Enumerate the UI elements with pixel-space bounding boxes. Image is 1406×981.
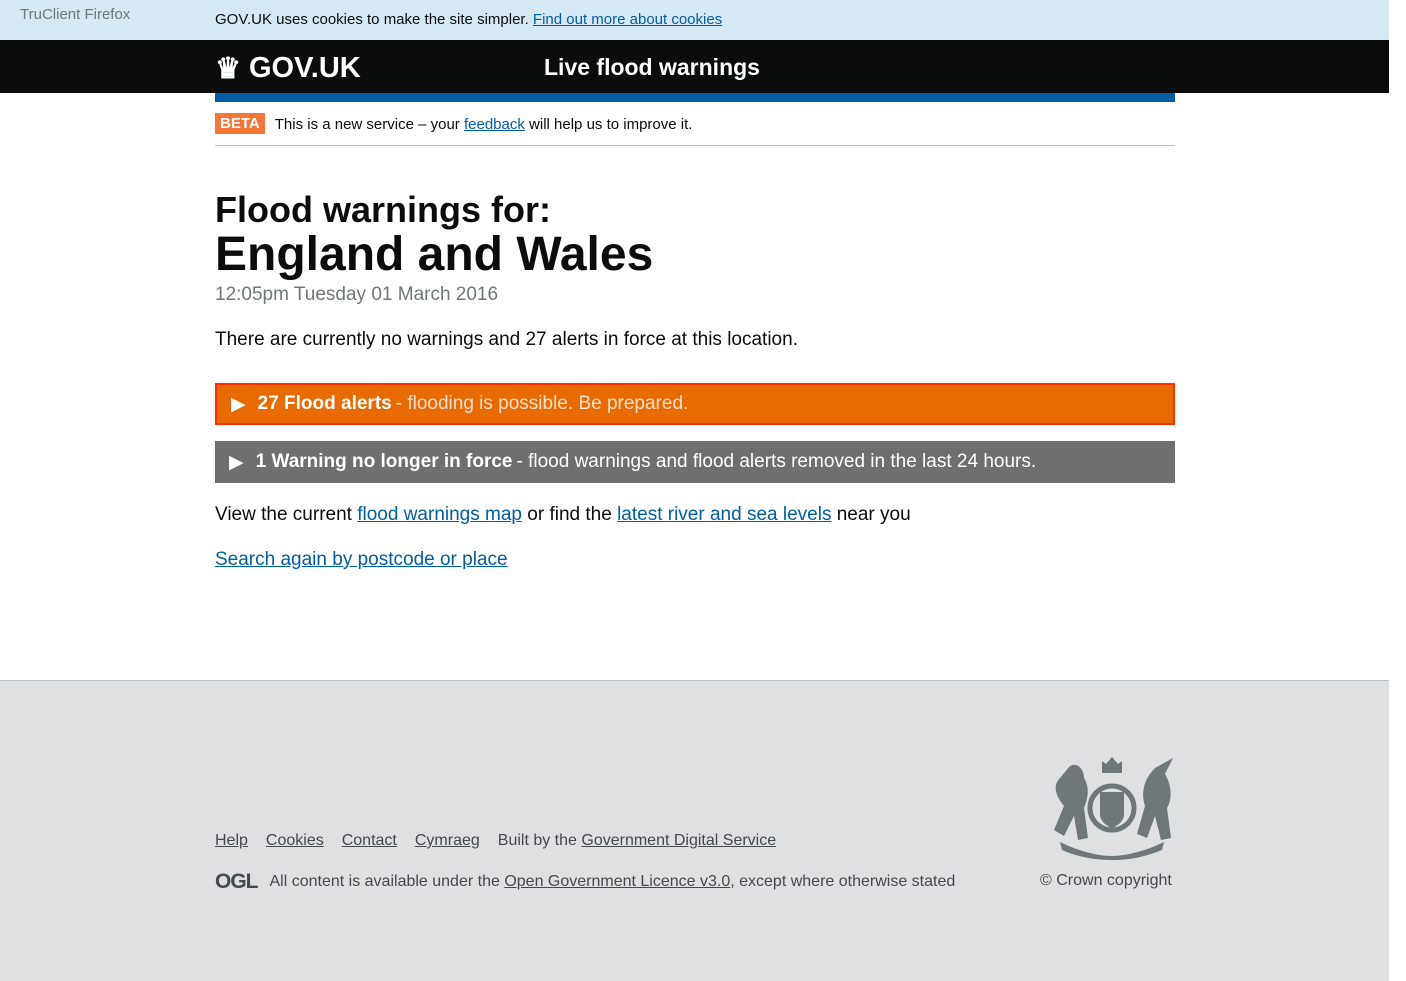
view-text-mid: or find the — [527, 504, 612, 525]
footer-link-contact[interactable]: Contact — [342, 832, 397, 850]
title-location: England and Wales — [215, 228, 654, 281]
alerts-desc: - flooding is possible. Be prepared. — [395, 393, 689, 414]
footer-link-cookies[interactable]: Cookies — [266, 832, 324, 850]
summary: There are currently no warnings and 27 a… — [215, 329, 798, 350]
cookie-text: GOV.UK uses cookies to make the site sim… — [215, 11, 529, 28]
phase-banner: BETA This is a new service – your feedba… — [215, 113, 1175, 146]
beta-text-end: will help us to improve it. — [529, 116, 693, 133]
beta-tag: BETA — [215, 113, 265, 134]
beta-text: This is a new service – your — [274, 116, 460, 133]
river-levels-link[interactable]: latest river and sea levels — [617, 504, 831, 525]
ogl-logo-icon: OGL — [215, 870, 258, 893]
view-links: View the current flood warnings map or f… — [215, 504, 1175, 526]
logo-text: GOV.UK — [249, 52, 361, 84]
licence-link[interactable]: Open Government Licence v3.0 — [504, 873, 730, 890]
footer-link-help[interactable]: Help — [215, 832, 248, 850]
expand-triangle-icon: ▶ — [229, 451, 244, 473]
alerts-title: 27 Flood alerts — [257, 393, 392, 414]
footer: Help Cookies Contact Cymraeg Built by th… — [0, 680, 1389, 981]
removed-desc: - flood warnings and flood alerts remove… — [516, 451, 1037, 472]
removed-warnings-toggle[interactable]: ▶ 1 Warning no longer in force - flood war… — [215, 441, 1175, 483]
header-accent-bar — [215, 93, 1175, 102]
timestamp: 12:05pm Tuesday 01 March 2016 — [215, 284, 499, 305]
flood-map-link[interactable]: flood warnings map — [357, 504, 522, 525]
view-text-end: near you — [836, 504, 911, 525]
gds-link[interactable]: Government Digital Service — [581, 832, 776, 849]
govuk-logo[interactable]: ♛ GOV.UK — [215, 51, 361, 86]
crown-icon: ♛ — [215, 53, 241, 85]
built-by-text: Built by the — [497, 832, 577, 849]
expand-triangle-icon: ▶ — [231, 393, 246, 415]
footer-link-cymraeg[interactable]: Cymraeg — [415, 832, 480, 850]
service-name[interactable]: Live flood warnings — [544, 54, 760, 81]
licence-text-end: , except where otherwise stated — [730, 873, 956, 890]
page-title: Flood warnings for: England and Wales — [215, 190, 1175, 280]
site-header: ♛ GOV.UK Live flood warnings — [0, 40, 1389, 93]
licence-text: All content is available under the — [269, 873, 500, 890]
title-heading: Flood warnings for: — [215, 189, 551, 230]
cookie-link[interactable]: Find out more about cookies — [533, 11, 722, 28]
feedback-link[interactable]: feedback — [464, 116, 525, 133]
view-text: View the current — [215, 504, 352, 525]
royal-coat-of-arms-icon — [1054, 757, 1173, 860]
search-again-link[interactable]: Search again by postcode or place — [215, 549, 508, 570]
cookie-banner: TruClient Firefox GOV.UK uses cookies to… — [0, 0, 1389, 40]
flood-alerts-toggle[interactable]: ▶ 27 Flood alerts - flooding is possible. … — [215, 383, 1175, 425]
crown-copyright: © Crown copyright — [1040, 872, 1172, 889]
removed-title: 1 Warning no longer in force — [255, 451, 513, 472]
browser-label: TruClient Firefox — [20, 6, 131, 23]
